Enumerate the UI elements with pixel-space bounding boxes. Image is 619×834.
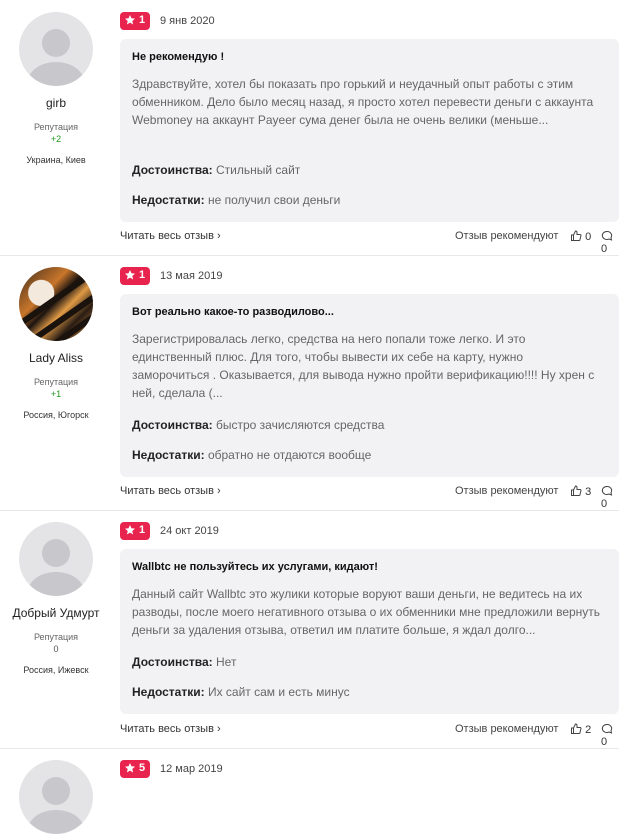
review-date: 12 мар 2019 [160,763,223,775]
reputation-value: +2 [50,134,62,144]
pros-row: Достоинства: Нет [132,655,236,669]
review-date: 13 мая 2019 [160,270,223,282]
rating-badge: 1 [120,12,150,30]
author-name[interactable]: Lady Aliss [0,351,112,365]
like-button[interactable]: 0 [570,230,591,243]
author-name[interactable]: Добрый Удмурт [0,606,112,620]
review-card: Вот реально какое-то разводилово... Заре… [120,294,619,477]
review-author: Lady Aliss Репутация +1 Россия, Югорск [0,267,112,420]
review-item: Добрый Удмурт Репутация 0 Россия, Ижевск… [0,510,619,748]
rating-badge: 1 [120,267,150,285]
comments-count: 0 [601,243,608,255]
thumbs-up-icon [571,230,582,241]
reputation-value: 0 [53,644,59,654]
avatar[interactable] [19,760,93,834]
star-icon [125,525,135,535]
avatar[interactable] [19,12,93,86]
star-icon [125,15,135,25]
thumbs-up-icon [571,485,582,496]
rating-value: 1 [139,524,146,536]
cons-label: Недостатки: [132,685,205,699]
comments-count: 0 [601,498,608,510]
comment-icon [601,485,613,496]
read-more-link[interactable]: Читать весь отзыв › [120,485,221,497]
review-title[interactable]: Вот реально какое-то разводилово... [132,306,334,318]
review-text: Данный сайт Wallbtc это жулики которые в… [132,587,601,637]
likes-count: 3 [585,486,592,498]
review-footer: Читать весь отзыв › Отзыв рекомендуют 2 … [120,723,619,748]
rating-badge: 5 [120,760,150,778]
comment-icon [601,230,613,241]
review-date: 9 янв 2020 [160,15,215,27]
review-item: Lady Aliss Репутация +1 Россия, Югорск 1… [0,255,619,510]
comment-icon [601,723,613,734]
star-icon [125,270,135,280]
review-footer: Читать весь отзыв › Отзыв рекомендуют 0 … [120,230,619,255]
pros-text: Стильный сайт [216,163,301,177]
review-title[interactable]: Не рекомендую ! [132,51,224,63]
cons-text: не получил свои деньги [207,193,341,207]
likes-count: 0 [585,231,592,243]
pros-label: Достоинства: [132,163,213,177]
comments-button[interactable]: 0 [601,485,619,510]
chevron-right-icon: › [217,723,221,735]
cons-text: обратно не отдаются вообще [207,448,372,462]
read-more-link[interactable]: Читать весь отзыв › [120,723,221,735]
cons-label: Недостатки: [132,193,205,207]
read-more-link[interactable]: Читать весь отзыв › [120,230,221,242]
review-card: Wallbtc не пользуйтесь их услугами, кида… [120,549,619,714]
cons-row: Недостатки: обратно не отдаются вообще [132,448,371,462]
recommend-label: Отзыв рекомендуют [455,485,559,497]
reputation-value: +1 [50,389,62,399]
author-location: Украина, Киев [26,155,86,165]
like-button[interactable]: 3 [570,485,591,498]
chevron-right-icon: › [217,230,221,242]
author-name[interactable]: girb [0,96,112,110]
reputation-label: Репутация [33,122,79,132]
review-text: Здравствуйте, хотел бы показать про горь… [132,77,594,127]
review-author: girb Репутация +2 Украина, Киев [0,12,112,165]
review-author [0,760,112,834]
star-icon [125,763,135,773]
pros-label: Достоинства: [132,655,213,669]
review-title[interactable]: Wallbtc не пользуйтесь их услугами, кида… [132,561,378,573]
review-author: Добрый Удмурт Репутация 0 Россия, Ижевск [0,522,112,675]
cons-text: Их сайт сам и есть минус [207,685,350,699]
rating-value: 5 [139,762,146,774]
rating-value: 1 [139,14,146,26]
pros-label: Достоинства: [132,418,213,432]
review-item: girb Репутация +2 Украина, Киев 1 9 янв … [0,0,619,255]
pros-text: Нет [216,655,237,669]
chevron-right-icon: › [217,485,221,497]
like-button[interactable]: 2 [570,723,591,736]
author-location: Россия, Югорск [23,410,89,420]
comments-button[interactable]: 0 [601,723,619,748]
author-location: Россия, Ижевск [23,665,89,675]
review-footer: Читать весь отзыв › Отзыв рекомендуют 3 … [120,485,619,510]
cons-row: Недостатки: не получил свои деньги [132,193,340,207]
avatar[interactable] [19,267,93,341]
recommend-label: Отзыв рекомендуют [455,723,559,735]
rating-badge: 1 [120,522,150,540]
reputation-label: Репутация [33,377,79,387]
comments-count: 0 [601,736,608,748]
pros-row: Достоинства: Стильный сайт [132,163,300,177]
cons-label: Недостатки: [132,448,205,462]
thumbs-up-icon [571,723,582,734]
cons-row: Недостатки: Их сайт сам и есть минус [132,685,350,699]
likes-count: 2 [585,724,592,736]
pros-text: быстро зачисляются средства [216,418,385,432]
review-text: Зарегистрировалась легко, средства на не… [132,332,595,400]
rating-value: 1 [139,269,146,281]
comments-button[interactable]: 0 [601,230,619,255]
avatar[interactable] [19,522,93,596]
review-card: Не рекомендую ! Здравствуйте, хотел бы п… [120,39,619,222]
reputation-label: Репутация [33,632,79,642]
review-item: 5 12 мар 2019 [0,748,619,834]
pros-row: Достоинства: быстро зачисляются средства [132,418,384,432]
recommend-label: Отзыв рекомендуют [455,230,559,242]
review-date: 24 окт 2019 [160,525,219,537]
